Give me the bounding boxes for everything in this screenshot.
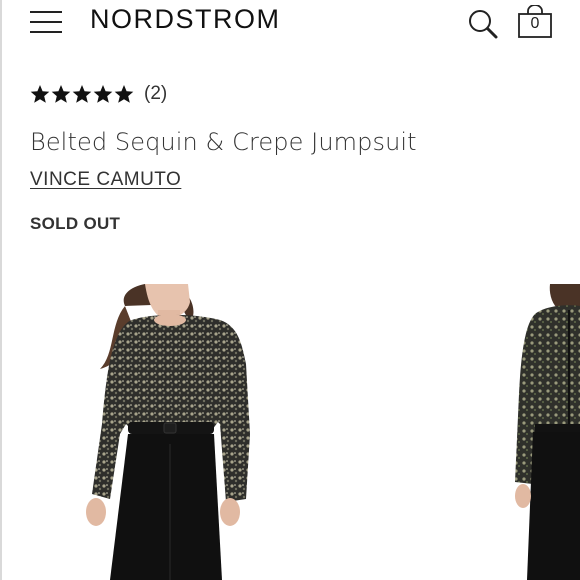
star-icon bbox=[30, 85, 50, 103]
bag-count: 0 bbox=[530, 15, 540, 32]
brand-link[interactable]: VINCE CAMUTO bbox=[30, 169, 181, 191]
stock-status: SOLD OUT bbox=[30, 214, 121, 233]
star-icon bbox=[51, 85, 71, 103]
nordstrom-logo[interactable]: NORDSTROM bbox=[90, 4, 281, 35]
rating-stars bbox=[30, 84, 134, 104]
product-title: Belted Sequin & Crepe Jumpsuit bbox=[30, 128, 417, 156]
product-rating[interactable]: (2) bbox=[30, 80, 167, 108]
search-icon[interactable] bbox=[466, 7, 500, 41]
star-icon bbox=[93, 85, 113, 103]
star-icon bbox=[72, 85, 92, 103]
star-icon bbox=[114, 85, 134, 103]
front-view-photo[interactable] bbox=[70, 284, 270, 580]
site-header: NORDSTROM 0 bbox=[0, 0, 580, 44]
hamburger-menu-icon[interactable] bbox=[30, 10, 62, 34]
review-count[interactable]: (2) bbox=[144, 83, 167, 105]
product-image-gallery[interactable] bbox=[0, 284, 580, 580]
back-view-photo[interactable] bbox=[505, 284, 580, 580]
shopping-bag-icon[interactable]: 0 bbox=[516, 4, 554, 39]
